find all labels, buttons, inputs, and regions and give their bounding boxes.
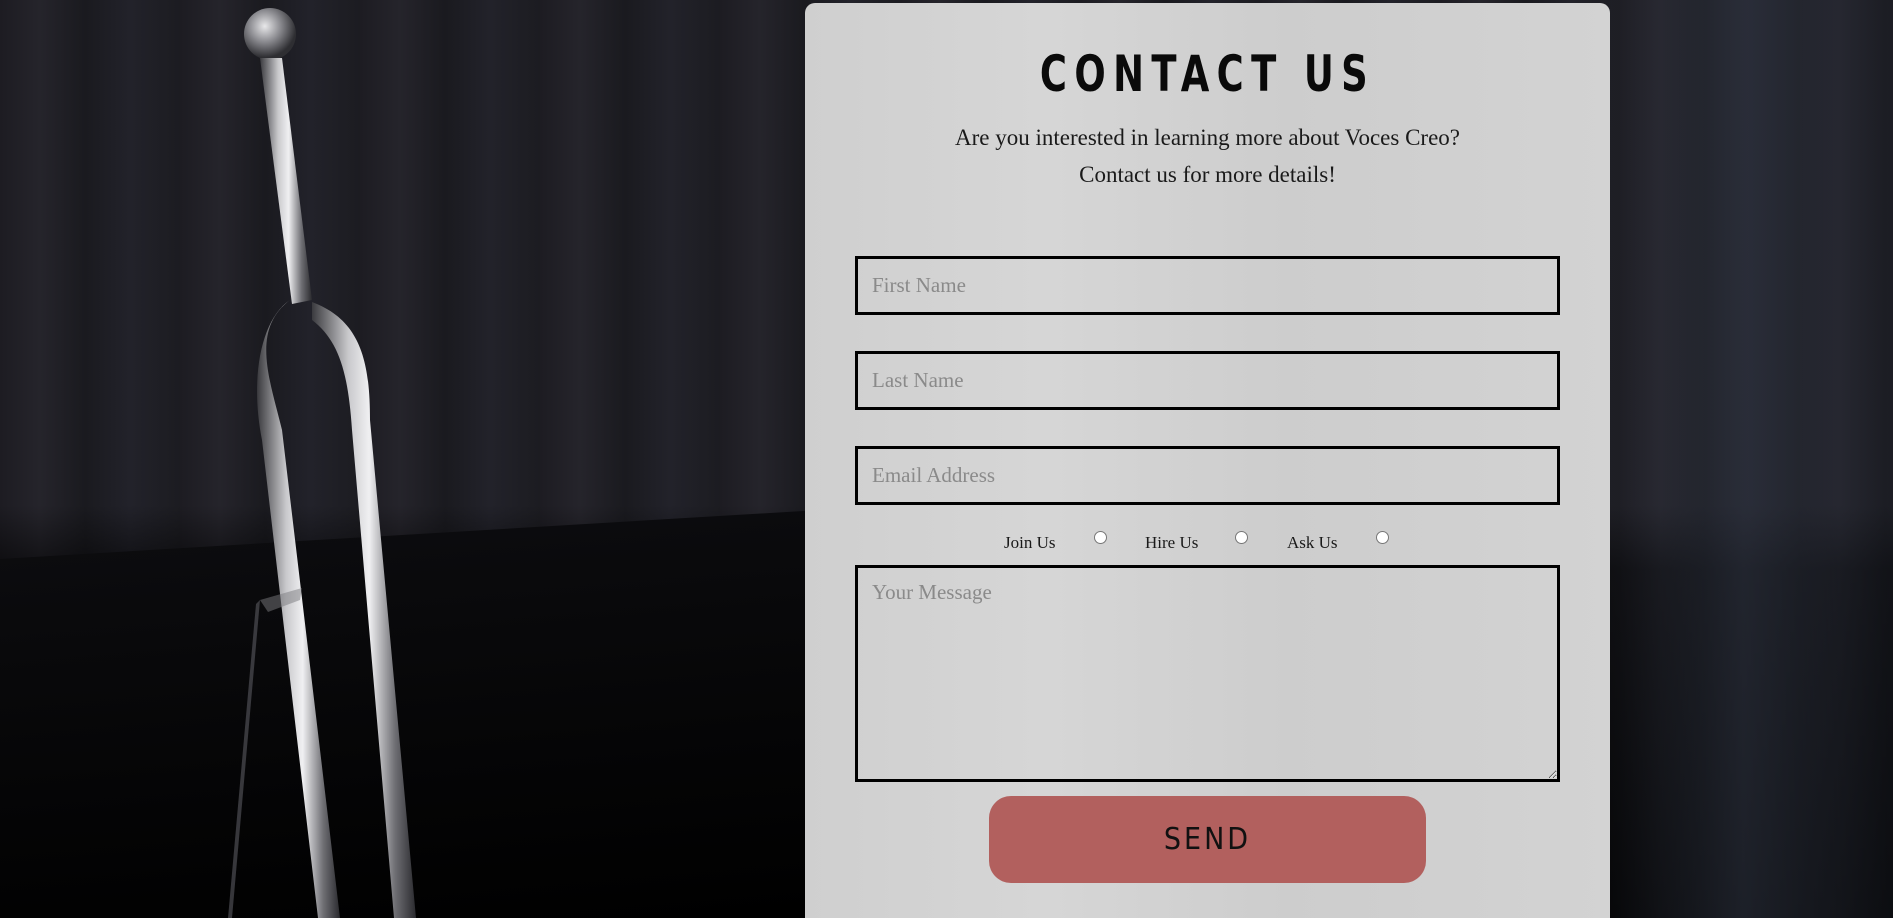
send-button[interactable]: SEND (989, 796, 1426, 883)
radio-label-join-us: Join Us (1004, 533, 1056, 552)
radio-hire-us[interactable] (1235, 531, 1248, 544)
page-title: CONTACT US (1039, 45, 1376, 103)
radio-join-us[interactable] (1094, 531, 1107, 544)
background-right-shade (1593, 0, 1893, 918)
radio-label-hire-us: Hire Us (1145, 533, 1199, 552)
message-textarea[interactable] (855, 565, 1560, 782)
radio-label-ask-us: Ask Us (1287, 533, 1338, 552)
last-name-input[interactable] (855, 351, 1560, 410)
contact-card: CONTACT US Are you interested in learnin… (805, 3, 1610, 918)
email-input[interactable] (855, 446, 1560, 505)
subtitle-line-2: Contact us for more details! (1079, 162, 1336, 187)
tuning-fork-image (228, 8, 416, 918)
subtitle-line-1: Are you interested in learning more abou… (954, 125, 1460, 150)
radio-ask-us[interactable] (1376, 531, 1389, 544)
inquiry-type-radio-group: Join Us Hire Us Ask Us (805, 531, 1610, 555)
first-name-input[interactable] (855, 256, 1560, 315)
